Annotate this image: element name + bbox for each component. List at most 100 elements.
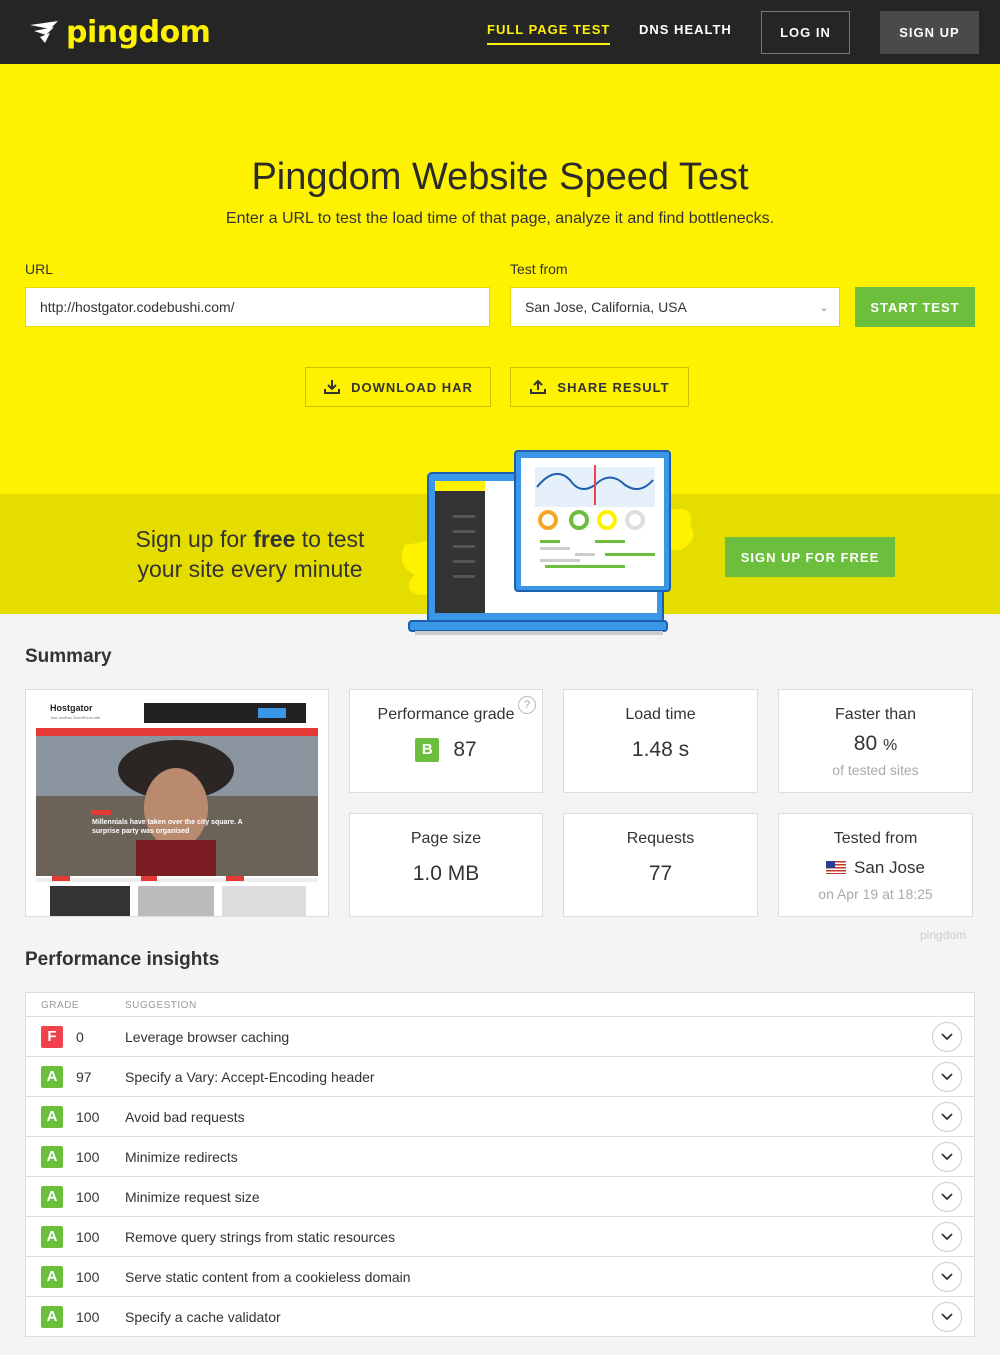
- share-icon: [530, 379, 547, 394]
- faster-than-label: Faster than: [835, 706, 916, 723]
- tested-from-location: San Jose: [779, 858, 972, 878]
- page-subtitle: Enter a URL to test the load time of tha…: [225, 210, 775, 227]
- test-from-label: Test from: [510, 261, 568, 277]
- expand-button[interactable]: [932, 1142, 962, 1172]
- insight-row[interactable]: A 97 Specify a Vary: Accept-Encoding heade…: [26, 1057, 974, 1097]
- grade-badge: F: [41, 1026, 63, 1048]
- thumb-site-tagline: Just another WordPress site: [50, 715, 101, 720]
- start-test-button[interactable]: START TEST: [855, 287, 975, 327]
- grade-badge: A: [41, 1066, 63, 1088]
- insight-score: 100: [76, 1269, 100, 1285]
- site-screenshot-image: [26, 690, 328, 916]
- promo-line1-pre: Sign up for: [135, 526, 254, 552]
- faster-than-unit: %: [882, 737, 898, 754]
- share-result-button[interactable]: SHARE RESULT: [510, 367, 689, 407]
- faster-than-card: Faster than 80 % of tested sites: [778, 689, 973, 793]
- expand-button[interactable]: [932, 1022, 962, 1052]
- insight-score: 0: [76, 1029, 84, 1045]
- grade-badge: A: [41, 1186, 63, 1208]
- tested-from-city: San Jose: [854, 858, 925, 877]
- chevron-down-icon: [941, 1073, 953, 1081]
- grade-badge: A: [41, 1306, 63, 1328]
- us-flag-icon: [826, 861, 847, 874]
- insight-score: 97: [76, 1069, 92, 1085]
- chevron-down-icon: [941, 1153, 953, 1161]
- expand-button[interactable]: [932, 1222, 962, 1252]
- chevron-down-icon: [941, 1033, 953, 1041]
- insight-suggestion: Serve static content from a cookieless d…: [125, 1269, 411, 1285]
- insight-row[interactable]: A 100 Minimize redirects: [26, 1137, 974, 1177]
- top-navigation-bar: pingdom FULL PAGE TEST DNS HEALTH LOG IN…: [0, 0, 1000, 64]
- log-in-button[interactable]: LOG IN: [761, 11, 850, 54]
- site-screenshot-thumbnail: Hostgator Just another WordPress site Mi…: [25, 689, 329, 917]
- grade-badge: B: [415, 738, 440, 762]
- expand-button[interactable]: [932, 1302, 962, 1332]
- nav-dns-health[interactable]: DNS HEALTH: [639, 22, 732, 37]
- performance-grade-card: ? Performance grade B 87: [349, 689, 543, 793]
- sign-up-for-free-button[interactable]: SIGN UP FOR FREE: [725, 537, 895, 577]
- load-time-value: 1.48 s: [631, 738, 690, 761]
- tested-from-card: Tested from San Jose on Apr 19 at 18:25: [778, 813, 973, 917]
- insight-suggestion: Specify a cache validator: [125, 1309, 281, 1325]
- insight-score: 100: [76, 1149, 100, 1165]
- performance-score: 87: [453, 738, 477, 761]
- download-har-button[interactable]: DOWNLOAD HAR: [305, 367, 491, 407]
- thumb-headline: Millennials have taken over the city squ…: [92, 819, 243, 835]
- insight-suggestion: Leverage browser caching: [125, 1029, 290, 1045]
- requests-label: Requests: [626, 830, 695, 847]
- expand-button[interactable]: [932, 1062, 962, 1092]
- tested-from-date: on Apr 19 at 18:25: [818, 886, 933, 902]
- share-result-label: SHARE RESULT: [557, 379, 670, 395]
- hero-section: Pingdom Website Speed Test Enter a URL t…: [0, 64, 1000, 494]
- performance-grade-label: Performance grade: [377, 706, 515, 723]
- chevron-down-icon: [941, 1193, 953, 1201]
- test-from-select[interactable]: San Jose, California, USA ⌄: [510, 287, 840, 327]
- insights-table: GRADE SUGGESTION F 0 Leverage browser cach…: [25, 992, 975, 1337]
- insight-row[interactable]: A 100 Serve static content from a cookiele…: [26, 1257, 974, 1297]
- expand-button[interactable]: [932, 1262, 962, 1292]
- grade-badge: A: [41, 1146, 63, 1168]
- pingdom-watermark: pingdom: [920, 928, 967, 942]
- sign-up-button[interactable]: SIGN UP: [880, 11, 979, 54]
- faster-than-value: 80 %: [779, 732, 972, 756]
- thumb-site-name: Hostgator: [50, 703, 93, 713]
- promo-text: Sign up for free to test your site every…: [100, 524, 400, 584]
- expand-button[interactable]: [932, 1182, 962, 1212]
- insight-row[interactable]: A 100 Specify a cache validator: [26, 1297, 974, 1337]
- grade-badge: A: [41, 1226, 63, 1248]
- insight-score: 100: [76, 1189, 100, 1205]
- tested-from-label: Tested from: [833, 830, 918, 847]
- url-input[interactable]: [25, 287, 490, 327]
- insight-suggestion: Remove query strings from static resourc…: [125, 1229, 395, 1245]
- url-label: URL: [25, 261, 54, 277]
- col-grade: GRADE: [41, 1000, 80, 1011]
- chevron-down-icon: [941, 1233, 953, 1241]
- faster-than-sub: of tested sites: [832, 762, 919, 778]
- grade-badge: A: [41, 1266, 63, 1288]
- requests-card: Requests 77: [563, 813, 758, 917]
- nav-full-page-test[interactable]: FULL PAGE TEST: [487, 22, 611, 45]
- promo-line2: your site every minute: [137, 556, 363, 582]
- performance-grade-value: B 87: [350, 738, 542, 762]
- requests-value: 77: [648, 862, 673, 885]
- promo-line1-bold: free: [253, 526, 296, 552]
- pingdom-bird-icon: [30, 21, 58, 43]
- insight-row[interactable]: A 100 Remove query strings from static res…: [26, 1217, 974, 1257]
- download-har-label: DOWNLOAD HAR: [351, 379, 473, 395]
- expand-button[interactable]: [932, 1102, 962, 1132]
- pingdom-logo[interactable]: pingdom: [28, 14, 211, 50]
- insight-row[interactable]: F 0 Leverage browser caching: [26, 1017, 974, 1057]
- summary-heading: Summary: [25, 646, 112, 667]
- insight-row[interactable]: A 100 Minimize request size: [26, 1177, 974, 1217]
- page-size-value: 1.0 MB: [412, 862, 480, 885]
- test-from-value: San Jose, California, USA: [525, 299, 687, 315]
- insight-suggestion: Minimize request size: [125, 1189, 260, 1205]
- download-icon: [324, 380, 341, 394]
- insight-score: 100: [76, 1109, 100, 1125]
- faster-than-number: 80: [853, 732, 878, 755]
- grade-badge: A: [41, 1106, 63, 1128]
- load-time-card: Load time 1.48 s: [563, 689, 758, 793]
- laptop-dashboard-illustration: [401, 450, 694, 635]
- insight-row[interactable]: A 100 Avoid bad requests: [26, 1097, 974, 1137]
- insights-table-header: GRADE SUGGESTION: [26, 993, 974, 1017]
